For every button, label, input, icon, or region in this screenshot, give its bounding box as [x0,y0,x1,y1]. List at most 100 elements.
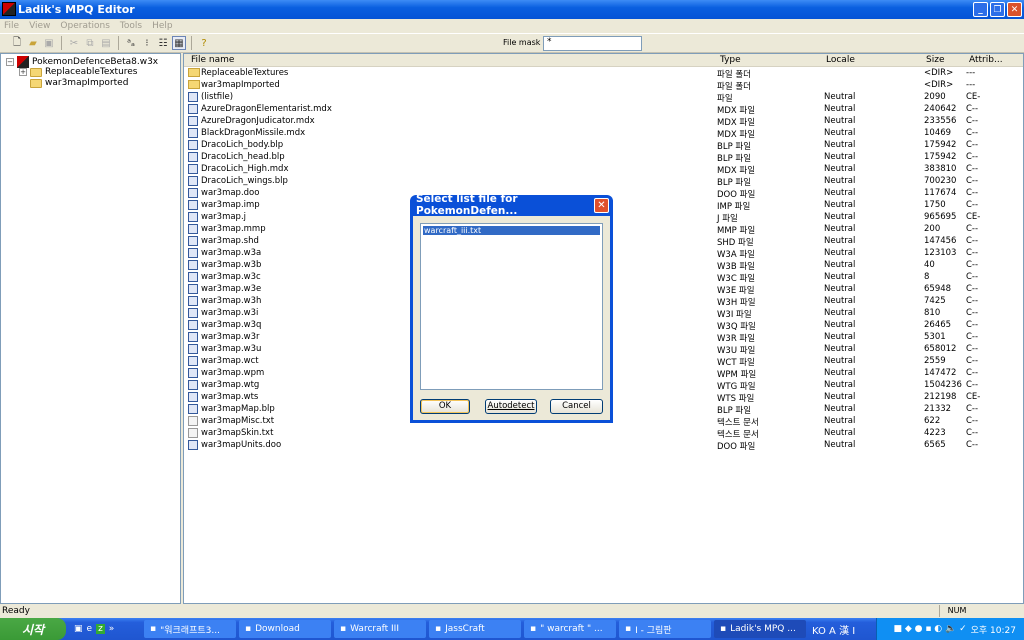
new-icon[interactable]: 🗋 [10,36,24,50]
file-icon [188,176,198,186]
table-row[interactable]: war3mapImported 파일 폴더 <DIR> --- [184,80,1023,92]
folder-tree[interactable]: − PokemonDefenceBeta8.w3x + ReplaceableT… [0,53,181,604]
internet-explorer-icon[interactable]: e [87,624,93,634]
tree-item-war3mapimported[interactable]: war3mapImported [30,78,128,88]
tree-item-replaceabletextures[interactable]: + ReplaceableTextures [19,67,138,77]
file-attributes: C-- [966,356,979,366]
taskbar-button[interactable]: ▪ JassCraft [429,620,521,638]
quick-launch-more[interactable]: » [109,624,115,634]
help-icon[interactable]: ? [197,36,211,50]
folder-icon [30,67,42,77]
menu-file[interactable]: File [4,21,19,31]
file-size: 10469 [924,128,952,138]
show-desktop-icon[interactable]: ▣ [74,624,83,634]
file-locale: Neutral [824,380,856,390]
minimize-button[interactable]: _ [973,2,988,17]
table-row[interactable]: war3mapSkin.txt 텍스트 문서 Neutral 4223 C-- [184,428,1023,440]
file-type: BLP 파일 [717,178,752,188]
file-size: 123103 [924,248,957,258]
file-size: 5301 [924,332,946,342]
file-name: AzureDragonJudicator.mdx [201,116,315,126]
file-locale: Neutral [824,272,856,282]
app-shortcut-icon[interactable]: z [96,624,105,634]
file-size: 200 [924,224,941,234]
table-row[interactable]: BlackDragonMissile.mdx MDX 파일 Neutral 10469… [184,128,1023,140]
file-icon [188,380,198,390]
file-name: war3map.doo [201,188,260,198]
table-row[interactable]: DracoLich_High.mdx MDX 파일 Neutral 383810 C-- [184,164,1023,176]
taskbar-button[interactable]: ▪ Ladik's MPQ ... [714,620,806,638]
task-app-icon: ▪ [150,624,157,634]
menu-view[interactable]: View [29,21,50,31]
file-attributes: C-- [966,236,979,246]
cut-icon[interactable]: ✂ [67,36,81,50]
table-row[interactable]: ReplaceableTextures 파일 폴더 <DIR> --- [184,68,1023,80]
autodetect-button[interactable]: Autodetect [485,399,537,414]
small-icons-view-icon[interactable]: ⁝ [140,36,154,50]
file-size: 117674 [924,188,957,198]
file-attributes: C-- [966,320,979,330]
copy-icon[interactable]: ⧉ [83,36,97,50]
table-row[interactable]: AzureDragonJudicator.mdx MDX 파일 Neutral 233… [184,116,1023,128]
list-file-item[interactable]: warcraft_iii.txt [423,226,600,235]
table-row[interactable]: DracoLich_head.blp BLP 파일 Neutral 175942 C-- [184,152,1023,164]
file-size: 65948 [924,284,952,294]
collapse-icon[interactable]: − [6,58,14,66]
file-type: DOO 파일 [717,190,756,200]
menu-help[interactable]: Help [152,21,173,31]
list-view-icon[interactable]: ☷ [156,36,170,50]
open-folder-icon[interactable]: ▰ [26,36,40,50]
system-tray: ■ ◆ ● ▪ ◐ 🔈 ✓ 오후 10:27 [876,618,1024,640]
taskbar-button[interactable]: ▪ Download [239,620,331,638]
file-name: war3map.j [201,212,247,222]
column-size[interactable]: Size [926,55,944,65]
expand-icon[interactable]: + [19,68,27,76]
file-name: DracoLich_High.mdx [201,164,289,174]
file-locale: Neutral [824,248,856,258]
taskbar-button[interactable]: ▪ I - 그림판 [619,620,711,638]
file-type: WTS 파일 [717,394,755,404]
file-name: war3map.wct [201,356,259,366]
file-size: <DIR> [924,68,954,78]
task-label: I - 그림판 [635,625,672,636]
taskbar-button[interactable]: ▪ " warcraft " ... [524,620,616,638]
file-name: war3map.w3i [201,308,259,318]
close-button[interactable]: ✕ [1007,2,1022,17]
toolbar-separator [61,36,62,50]
ok-button[interactable]: OK [420,399,470,414]
table-row[interactable]: DracoLich_body.blp BLP 파일 Neutral 175942 C-- [184,140,1023,152]
column-file-name[interactable]: File name [191,55,234,65]
file-type: W3H 파일 [717,298,756,308]
details-view-icon[interactable]: ▦ [172,36,186,50]
maximize-button[interactable]: ❐ [990,2,1005,17]
table-row[interactable]: war3mapUnits.doo DOO 파일 Neutral 6565 C-- [184,440,1023,452]
save-icon[interactable]: ▣ [42,36,56,50]
start-button[interactable]: 시작 [0,618,66,640]
column-attributes[interactable]: Attrib... [969,55,1003,65]
taskbar-button[interactable]: ▪ "워크래프트3... [144,620,236,638]
menu-operations[interactable]: Operations [60,21,109,31]
taskbar: 시작 ▣ e z » ▪ "워크래프트3... ▪ Download ▪ Warcraft… [0,618,1024,640]
paste-icon[interactable]: ▤ [99,36,113,50]
file-mask-input[interactable]: * [543,36,642,51]
file-attributes: C-- [966,140,979,150]
table-row[interactable]: (listfile) 파일 Neutral 2090 CE- [184,92,1023,104]
taskbar-button[interactable]: ▪ Warcraft III [334,620,426,638]
table-row[interactable]: AzureDragonElementarist.mdx MDX 파일 Neutral… [184,104,1023,116]
cancel-button[interactable]: Cancel [550,399,603,414]
column-type[interactable]: Type [720,55,741,65]
large-icons-view-icon[interactable]: ᵃₐ [124,36,138,50]
language-bar[interactable]: KO A 漢 I [812,622,855,637]
file-locale: Neutral [824,140,856,150]
list-file-listbox[interactable]: warcraft_iii.txt [420,223,603,390]
file-locale: Neutral [824,440,856,450]
file-mask-label: File mask : [503,38,546,47]
file-type: SHD 파일 [717,238,754,248]
column-locale[interactable]: Locale [826,55,855,65]
tray-icons[interactable]: ■ ◆ ● ▪ ◐ 🔈 ✓ [893,624,966,634]
dialog-close-button[interactable]: ✕ [594,198,609,213]
file-size: 700230 [924,176,957,186]
file-icon [188,248,198,258]
table-row[interactable]: DracoLich_wings.blp BLP 파일 Neutral 700230 C-… [184,176,1023,188]
menu-tools[interactable]: Tools [120,21,142,31]
